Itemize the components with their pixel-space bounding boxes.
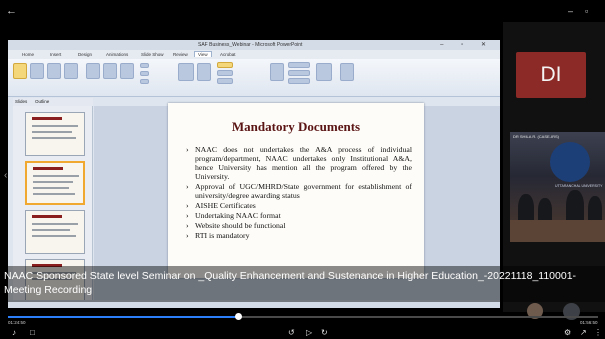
tab-view[interactable]: View: [194, 51, 212, 57]
banner-text: UTTARANCHAL UNIVERSITY: [555, 184, 603, 188]
ruler-checkbox[interactable]: [140, 63, 149, 68]
rewind-icon[interactable]: ↺: [288, 328, 295, 337]
seek-bar-progress: [8, 316, 239, 318]
powerpoint-title-bar: SAF Business_Webinar - Microsoft PowerPo…: [8, 40, 500, 50]
captions-icon[interactable]: □: [30, 328, 35, 337]
move-split-button[interactable]: [288, 78, 310, 84]
slide-title: Mandatory Documents: [231, 119, 361, 134]
slide-bullet-list: NAAC does not undertakes the A&A process…: [186, 145, 412, 241]
zoom-button[interactable]: [178, 63, 194, 81]
total-time: 01:56:50: [580, 320, 598, 325]
tab-outline[interactable]: Outline: [35, 99, 49, 104]
bullet-item: RTI is mandatory: [186, 231, 412, 240]
macros-button[interactable]: [340, 63, 354, 81]
bullet-item: Approval of UGC/MHRD/State government fo…: [186, 182, 412, 200]
slide-thumbnail[interactable]: [25, 112, 85, 156]
university-logo-icon: [550, 142, 590, 182]
chevron-left-icon[interactable]: ‹: [4, 170, 7, 181]
tab-home[interactable]: Home: [22, 52, 34, 57]
grayscale-button[interactable]: [217, 70, 233, 76]
seek-handle[interactable]: [234, 313, 242, 320]
powerpoint-window-title: SAF Business_Webinar - Microsoft PowerPo…: [198, 42, 303, 48]
switch-windows-button[interactable]: [316, 63, 332, 81]
fullscreen-icon[interactable]: ↗: [580, 328, 587, 337]
player-top-bar: [0, 0, 605, 22]
recording-title-overlay: NAAC Sponsored State level Seminar on _Q…: [0, 266, 605, 302]
play-icon[interactable]: ▷: [306, 328, 312, 337]
gridlines-checkbox[interactable]: [140, 71, 149, 76]
ribbon-tabs: Home Insert Design Animations Slide Show…: [8, 50, 500, 59]
message-bar-checkbox[interactable]: [140, 79, 149, 84]
participant-video[interactable]: DR SHILA R. (CASE-IRS) UTTARANCHAL UNIVE…: [510, 132, 605, 242]
fit-to-window-button[interactable]: [197, 63, 211, 81]
elapsed-time: 01:24:50: [8, 320, 26, 325]
slide-master-button[interactable]: [86, 63, 100, 79]
new-window-button[interactable]: [270, 63, 284, 81]
slide-thumbnail[interactable]: [25, 210, 85, 254]
normal-view-button[interactable]: [13, 63, 27, 79]
cascade-button[interactable]: [288, 70, 310, 76]
bullet-item: Website should be functional: [186, 221, 412, 230]
bullet-item: AISHE Certificates: [186, 201, 412, 210]
recording-title: NAAC Sponsored State level Seminar on _Q…: [4, 270, 577, 296]
more-icon[interactable]: ⋮: [594, 328, 602, 337]
person-silhouette: [566, 190, 584, 224]
tab-slides[interactable]: Slides: [15, 99, 27, 104]
slide-thumbnail-selected[interactable]: [25, 161, 85, 205]
bullet-item: Undertaking NAAC format: [186, 211, 412, 220]
pure-black-white-button[interactable]: [217, 78, 233, 84]
maximize-button[interactable]: ▫: [585, 6, 588, 16]
handout-master-button[interactable]: [103, 63, 117, 79]
tab-review[interactable]: Review: [173, 52, 188, 57]
participant-avatar[interactable]: DI: [516, 52, 586, 98]
arrange-all-button[interactable]: [288, 62, 310, 68]
current-slide: Mandatory Documents NAAC does not undert…: [168, 103, 424, 278]
tab-slide-show[interactable]: Slide Show: [141, 52, 164, 57]
forward-icon[interactable]: ↻: [321, 328, 328, 337]
slide-sorter-button[interactable]: [30, 63, 44, 79]
slides-outline-tabs: Slides Outline: [13, 98, 93, 106]
minimize-button[interactable]: –: [568, 6, 573, 16]
notes-master-button[interactable]: [120, 63, 134, 79]
volume-icon[interactable]: ♪: [12, 328, 16, 337]
color-button[interactable]: [217, 62, 233, 68]
tab-insert[interactable]: Insert: [50, 52, 61, 57]
back-arrow-icon[interactable]: ←: [6, 5, 18, 17]
desk: [510, 220, 605, 242]
tab-design[interactable]: Design: [78, 52, 92, 57]
ribbon: [8, 59, 500, 97]
slide-show-view-button[interactable]: [64, 63, 78, 79]
avatar-initials: DI: [540, 63, 562, 86]
tab-animations[interactable]: Animations: [106, 52, 128, 57]
notes-page-button[interactable]: [47, 63, 61, 79]
bullet-item: NAAC does not undertakes the A&A process…: [186, 145, 412, 181]
powerpoint-window-controls[interactable]: – ▫ ✕: [440, 41, 494, 48]
tab-acrobat[interactable]: Acrobat: [220, 52, 236, 57]
settings-icon[interactable]: ⚙: [564, 328, 571, 337]
video-caption: DR SHILA R. (CASE-IRS): [513, 134, 560, 139]
